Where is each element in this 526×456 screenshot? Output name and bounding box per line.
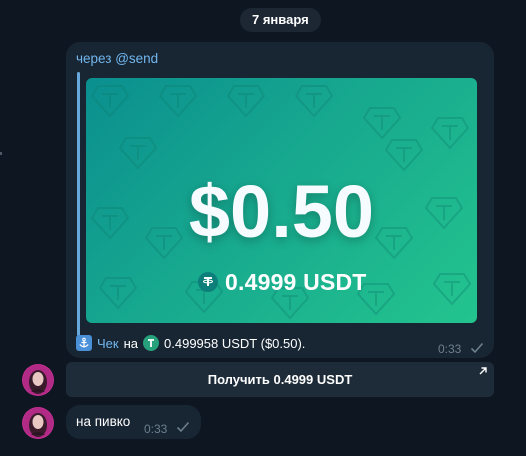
quote-bar xyxy=(77,72,80,336)
check-amount-crypto: 0.4999 USDT xyxy=(225,269,367,295)
check-icon xyxy=(176,421,190,433)
message-time: 0:33 xyxy=(438,342,462,356)
check-amount-crypto-row: 0.4999 USDT xyxy=(198,268,367,296)
anchor-icon xyxy=(76,335,92,351)
check-caption: Чек на 0.499958 USDT ($0.50). xyxy=(76,334,305,352)
avatar[interactable] xyxy=(22,407,54,439)
via-bot-label[interactable]: через @send xyxy=(76,50,158,68)
left-edge-mark xyxy=(0,152,2,155)
tether-icon xyxy=(198,272,218,292)
tether-small-icon xyxy=(143,335,160,351)
check-amount-usd: $0.50 xyxy=(188,170,375,253)
message-time: 0:33 xyxy=(144,422,168,436)
caption-connector: на xyxy=(123,335,139,351)
reply-message-text: на пивко xyxy=(76,414,131,429)
check-preview-card[interactable]: $0.50 0.4999 USDT xyxy=(86,78,477,323)
date-separator: 7 января xyxy=(240,8,321,32)
chat-view: 7 января через @send $0.50 0.4999 USDT Ч… xyxy=(0,0,526,456)
reply-message-bubble[interactable]: на пивко 0:33 xyxy=(66,405,201,439)
check-icon xyxy=(470,342,484,354)
check-message-bubble[interactable]: через @send $0.50 0.4999 USDT Чек на 0.4… xyxy=(66,42,494,358)
caption-amount: 0.499958 USDT ($0.50). xyxy=(164,335,306,351)
check-link[interactable]: Чек xyxy=(97,336,119,351)
external-arrow-icon xyxy=(479,367,487,375)
claim-check-button[interactable]: Получить 0.4999 USDT xyxy=(66,362,494,397)
avatar[interactable] xyxy=(22,364,54,396)
claim-check-button-label: Получить 0.4999 USDT xyxy=(207,372,353,387)
